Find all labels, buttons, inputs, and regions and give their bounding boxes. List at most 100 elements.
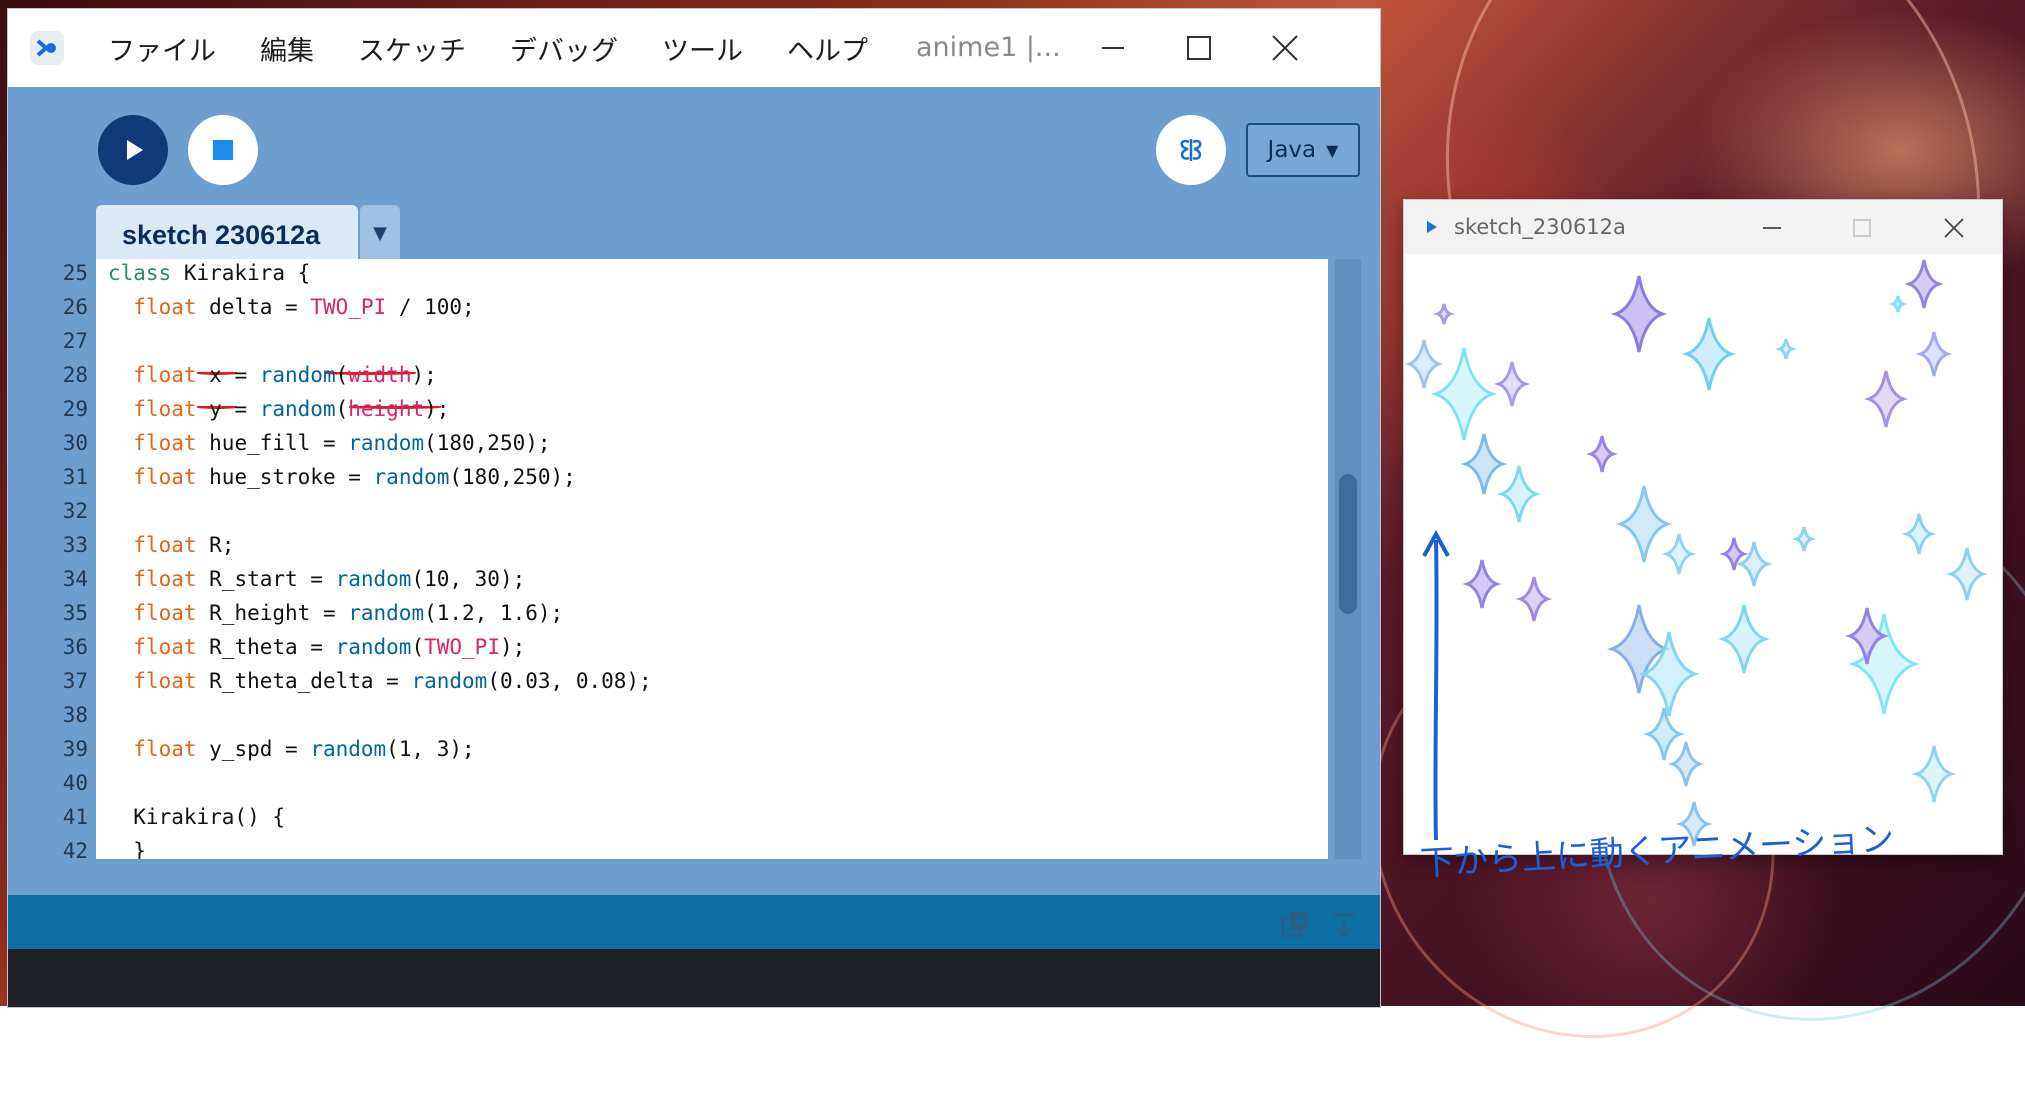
sparkle-shape [1946, 547, 1988, 601]
sparkle-shape [1667, 741, 1705, 787]
sketch-window-title: sketch_230612a [1454, 215, 1626, 239]
line-number: 29 [62, 397, 88, 421]
line-number: 32 [62, 499, 88, 523]
sparkle-shape [1615, 485, 1673, 563]
code-line: float y_spd = random(1, 3); [133, 737, 475, 761]
sketch-title-bar: sketch_230612a [1404, 200, 2002, 254]
processing-ide-window: ファイル 編集 スケッチ デバッグ ツール ヘルプ anime1 |... Ja… [7, 8, 1381, 1008]
sparkle-shape [1496, 465, 1542, 523]
scrollbar-thumb[interactable] [1339, 474, 1357, 614]
line-number: 25 [62, 261, 88, 285]
title-bar: ファイル 編集 スケッチ デバッグ ツール ヘルプ anime1 |... [8, 9, 1380, 87]
line-number: 31 [62, 465, 88, 489]
maximize-icon [1853, 219, 1871, 237]
minimize-icon [1763, 227, 1781, 229]
menu-edit[interactable]: 編集 [260, 29, 314, 68]
sparkle-shape [1586, 435, 1618, 473]
line-number: 35 [62, 601, 88, 625]
sparkle-shape [1404, 339, 1444, 389]
close-button[interactable] [1260, 23, 1310, 73]
line-number: 38 [62, 703, 88, 727]
line-number: 41 [62, 805, 88, 829]
sparkle-shape [1904, 259, 1944, 309]
code-line: float R; [133, 533, 235, 557]
code-line: } [108, 839, 146, 859]
code-editor[interactable]: class Kirakira { float delta = TWO_PI / … [96, 259, 1328, 859]
butterfly-debug-icon [1180, 139, 1202, 161]
menu-help[interactable]: ヘルプ [787, 29, 868, 68]
menu-debug[interactable]: デバッグ [510, 29, 618, 68]
line-number-gutter: 25 26 27 28 29 30 31 32 33 34 35 36 37 38 39 40 41 42 [8, 259, 96, 863]
mode-selector[interactable]: Java ▼ [1246, 123, 1360, 177]
processing-app-icon [1427, 221, 1437, 233]
sparkle-shape [1775, 338, 1797, 360]
debugger-button[interactable] [1156, 115, 1226, 185]
collapse-console-button[interactable] [1326, 907, 1362, 943]
menu-sketch[interactable]: スケッチ [358, 29, 466, 68]
line-number: 36 [62, 635, 88, 659]
sparkle-shape [1493, 361, 1531, 407]
sparkle-shape [1735, 541, 1773, 587]
editor-footer [8, 859, 1380, 895]
copy-icon [1281, 912, 1308, 938]
tab-bar: sketch 230612a ▼ [8, 197, 1380, 265]
tab-menu-button[interactable]: ▼ [360, 205, 400, 261]
close-icon [1272, 35, 1298, 61]
maximize-button[interactable] [1174, 23, 1224, 73]
sketch-close-button[interactable] [1934, 208, 1974, 248]
line-number: 26 [62, 295, 88, 319]
code-line: float delta = TWO_PI / 100; [133, 295, 475, 319]
minimize-button[interactable] [1088, 23, 1138, 73]
sparkle-shape [1433, 303, 1455, 325]
code-line: float hue_fill = random(180,250); [133, 431, 551, 455]
stop-button[interactable] [188, 115, 258, 185]
sparkle-shape [1430, 347, 1498, 441]
sketch-canvas [1404, 259, 1988, 847]
sparkle-shape [1515, 576, 1553, 622]
code-line: float y = random(height); [133, 397, 450, 421]
line-number: 28 [62, 363, 88, 387]
console-area[interactable] [8, 949, 1380, 1007]
maximize-icon [1187, 36, 1211, 60]
code-line: Kirakira() { [108, 805, 286, 829]
minimize-icon [1102, 47, 1124, 49]
menu-file[interactable]: ファイル [108, 29, 216, 68]
line-number: 27 [62, 329, 88, 353]
tab-sketch[interactable]: sketch 230612a [96, 205, 358, 265]
code-line: float hue_stroke = random(180,250); [133, 465, 576, 489]
code-line: float R_theta_delta = random(0.03, 0.08)… [133, 669, 652, 693]
line-number: 34 [62, 567, 88, 591]
sparkle-shape [1915, 331, 1953, 377]
processing-logo-icon [30, 31, 64, 65]
sparkle-shape [1791, 526, 1817, 552]
sketch-minimize-button[interactable] [1752, 208, 1792, 248]
dropdown-arrow-icon: ▼ [373, 222, 387, 244]
sparkle-shape [1462, 559, 1502, 609]
line-number: 39 [62, 737, 88, 761]
close-icon [1944, 218, 1964, 238]
mode-label: Java [1267, 137, 1317, 163]
sketch-maximize-button [1842, 208, 1882, 248]
upward-arrow-annotation [1422, 529, 1450, 841]
copy-console-button[interactable] [1278, 907, 1314, 943]
collapse-icon [1331, 913, 1357, 938]
code-line: float R_start = random(10, 30); [133, 567, 526, 591]
line-number: 30 [62, 431, 88, 455]
sparkle-shape [1681, 317, 1737, 391]
sparkle-shape [1718, 604, 1770, 674]
sparkle-shape [1460, 433, 1508, 495]
line-number: 37 [62, 669, 88, 693]
code-line: float R_theta = random(TWO_PI); [133, 635, 526, 659]
run-button[interactable] [98, 115, 168, 185]
sketch-output-window: sketch_230612a [1403, 199, 2003, 855]
menu-tools[interactable]: ツール [662, 29, 743, 68]
sparkle-shape [1643, 707, 1685, 761]
console-header [8, 895, 1380, 949]
code-line: float x = random(width); [133, 363, 437, 387]
sparkle-shape [1901, 513, 1937, 555]
play-icon [127, 140, 143, 160]
window-title: anime1 |... [916, 32, 1061, 63]
code-line: class Kirakira { [108, 261, 311, 285]
sparkle-shape [1610, 275, 1668, 353]
dropdown-arrow-icon: ▼ [1326, 140, 1339, 160]
